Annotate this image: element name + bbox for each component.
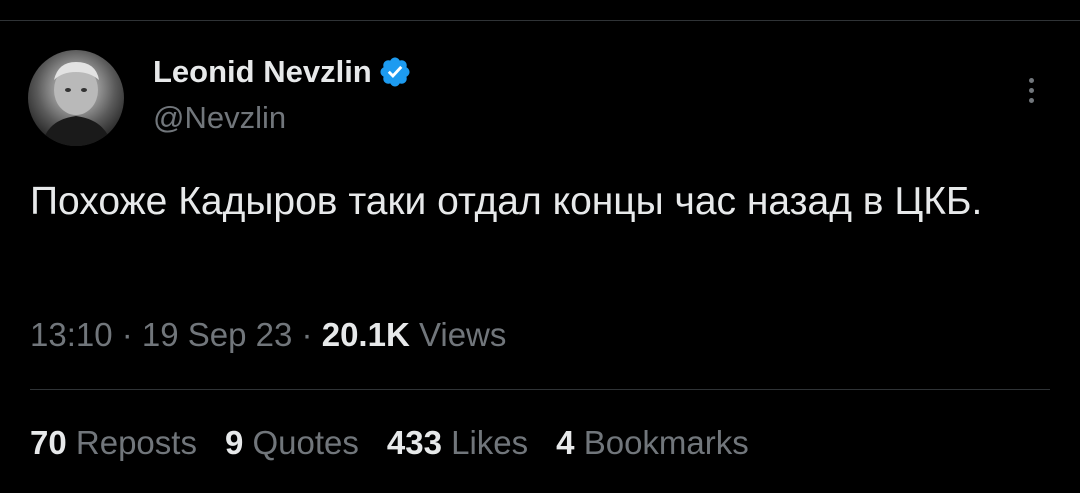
- stat-count: 9: [224, 424, 244, 461]
- tweet-date[interactable]: 19 Sep 23: [142, 316, 292, 353]
- author-display-name-row[interactable]: Leonid Nevzlin: [153, 54, 412, 90]
- stat-reposts[interactable]: 70 Reposts: [30, 424, 197, 462]
- stat-count: 4: [556, 424, 575, 461]
- stat-bookmarks[interactable]: 4 Bookmarks: [556, 424, 749, 462]
- stat-label: Bookmarks: [583, 424, 749, 461]
- stat-label: Likes: [451, 424, 529, 461]
- meta-separator: ·: [112, 316, 142, 353]
- engagement-stats: 70 Reposts 9 Quotes 433 Likes 4 Bookmark…: [30, 424, 777, 462]
- views-count: 20.1K: [321, 316, 410, 353]
- stat-count: 70: [30, 424, 67, 461]
- stat-quotes[interactable]: 9 Quotes: [225, 424, 359, 462]
- tweet-text: Похоже Кадыров таки отдал концы час наза…: [30, 180, 983, 223]
- stat-count: 433: [386, 424, 442, 461]
- tweet-time[interactable]: 13:10: [30, 316, 113, 353]
- stat-likes[interactable]: 433 Likes: [387, 424, 528, 462]
- more-options-icon[interactable]: [1016, 70, 1046, 110]
- stats-divider: [30, 389, 1050, 390]
- tweet-meta: 13:10 · 19 Sep 23 · 20.1K Views: [30, 316, 506, 354]
- author-display-name[interactable]: Leonid Nevzlin: [153, 54, 372, 90]
- top-divider: [0, 20, 1080, 21]
- verified-badge-icon: [380, 57, 410, 87]
- stat-label: Reposts: [75, 424, 197, 461]
- avatar[interactable]: [28, 50, 124, 146]
- avatar-photo-icon: [42, 62, 112, 146]
- views-label: Views: [409, 316, 507, 353]
- meta-separator: ·: [292, 316, 322, 353]
- author-handle[interactable]: @Nevzlin: [153, 100, 286, 136]
- stat-label: Quotes: [252, 424, 359, 461]
